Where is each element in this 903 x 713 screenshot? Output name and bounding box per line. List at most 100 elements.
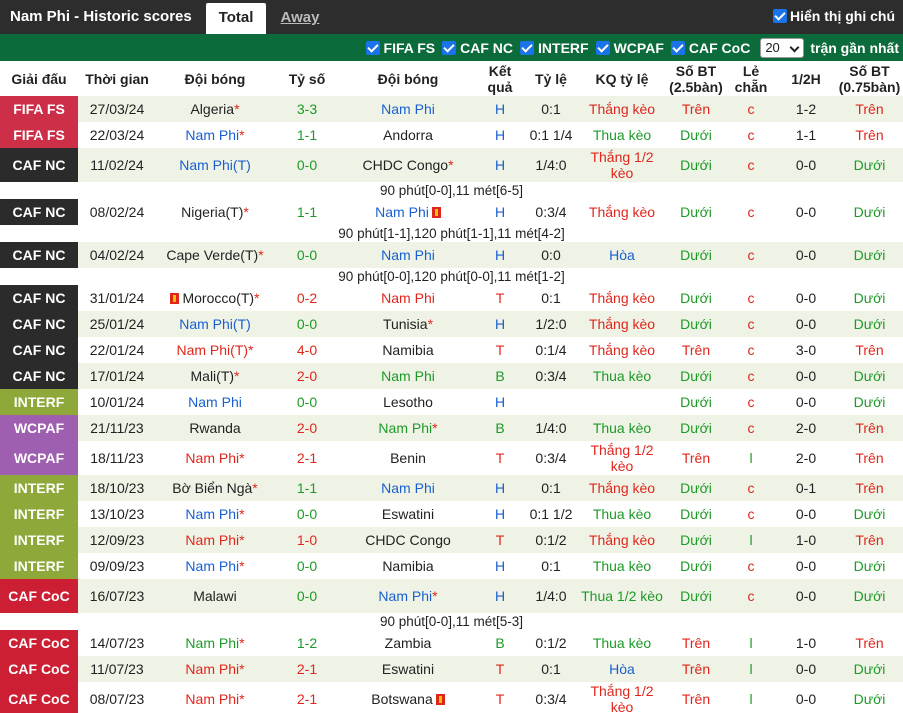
- home-team[interactable]: Nam Phi: [156, 389, 274, 415]
- filter-caf-nc[interactable]: CAF NC: [442, 40, 513, 56]
- league-badge[interactable]: CAF CoC: [0, 656, 78, 682]
- league-badge[interactable]: CAF NC: [0, 242, 78, 268]
- filter-fifa-fs[interactable]: FIFA FS: [365, 40, 435, 56]
- match-score[interactable]: 2-1: [274, 682, 340, 713]
- table-row[interactable]: CAF NC 04/02/24 Cape Verde(T)* 0-0 Nam Phi H 0…: [0, 242, 903, 268]
- away-team[interactable]: Eswatini: [340, 656, 476, 682]
- away-team[interactable]: Eswatini: [340, 501, 476, 527]
- checkbox-icon[interactable]: [520, 40, 535, 55]
- home-team[interactable]: Nam Phi*: [156, 501, 274, 527]
- show-notes-toggle[interactable]: Hiển thị ghi chú: [773, 8, 895, 24]
- away-team[interactable]: Botswana: [340, 682, 476, 713]
- away-team[interactable]: Nam Phi*: [340, 579, 476, 613]
- league-badge[interactable]: WCPAF: [0, 441, 78, 475]
- match-score[interactable]: 0-0: [274, 148, 340, 182]
- tab-away[interactable]: Away: [272, 3, 328, 34]
- match-score[interactable]: 0-2: [274, 285, 340, 311]
- away-team[interactable]: Zambia: [340, 630, 476, 656]
- table-row[interactable]: CAF CoC 08/07/23 Nam Phi* 2-1 Botswana T 0:3/4…: [0, 682, 903, 713]
- home-team[interactable]: Nam Phi*: [156, 656, 274, 682]
- league-badge[interactable]: CAF CoC: [0, 579, 78, 613]
- checkbox-icon[interactable]: [442, 40, 457, 55]
- away-team[interactable]: Namibia: [340, 553, 476, 579]
- home-team[interactable]: Mali(T)*: [156, 363, 274, 389]
- match-score[interactable]: 2-1: [274, 441, 340, 475]
- away-team[interactable]: Lesotho: [340, 389, 476, 415]
- away-team[interactable]: Nam Phi: [340, 96, 476, 122]
- away-team[interactable]: Tunisia*: [340, 311, 476, 337]
- match-score[interactable]: 0-0: [274, 242, 340, 268]
- home-team[interactable]: Algeria*: [156, 96, 274, 122]
- match-score[interactable]: 0-0: [274, 579, 340, 613]
- table-row[interactable]: CAF CoC 14/07/23 Nam Phi* 1-2 Zambia B 0:1/2 Th…: [0, 630, 903, 656]
- home-team[interactable]: Malawi: [156, 579, 274, 613]
- table-row[interactable]: CAF NC 17/01/24 Mali(T)* 2-0 Nam Phi B 0:3/4 Th…: [0, 363, 903, 389]
- match-count-select[interactable]: 20: [760, 37, 805, 58]
- league-badge[interactable]: INTERF: [0, 389, 78, 415]
- league-badge[interactable]: FIFA FS: [0, 122, 78, 148]
- home-team[interactable]: Cape Verde(T)*: [156, 242, 274, 268]
- home-team[interactable]: Rwanda: [156, 415, 274, 441]
- league-badge[interactable]: CAF NC: [0, 311, 78, 337]
- league-badge[interactable]: CAF NC: [0, 285, 78, 311]
- match-score[interactable]: 1-1: [274, 475, 340, 501]
- league-badge[interactable]: CAF CoC: [0, 682, 78, 713]
- away-team[interactable]: Nam Phi: [340, 242, 476, 268]
- home-team[interactable]: Nigeria(T)*: [156, 199, 274, 225]
- away-team[interactable]: Nam Phi: [340, 285, 476, 311]
- match-score[interactable]: 1-2: [274, 630, 340, 656]
- home-team[interactable]: Nam Phi(T): [156, 311, 274, 337]
- tab-total[interactable]: Total: [206, 3, 266, 34]
- match-score[interactable]: 1-1: [274, 199, 340, 225]
- away-team[interactable]: Namibia: [340, 337, 476, 363]
- away-team[interactable]: Nam Phi*: [340, 415, 476, 441]
- away-team[interactable]: Nam Phi: [340, 363, 476, 389]
- home-team[interactable]: Nam Phi*: [156, 630, 274, 656]
- away-team[interactable]: Nam Phi: [340, 199, 476, 225]
- league-badge[interactable]: CAF CoC: [0, 630, 78, 656]
- home-team[interactable]: Nam Phi*: [156, 441, 274, 475]
- table-row[interactable]: FIFA FS 27/03/24 Algeria* 3-3 Nam Phi H 0:1 Thắ…: [0, 96, 903, 122]
- filter-wcpaf[interactable]: WCPAF: [595, 40, 664, 56]
- match-score[interactable]: 2-1: [274, 656, 340, 682]
- match-score[interactable]: 4-0: [274, 337, 340, 363]
- league-badge[interactable]: FIFA FS: [0, 96, 78, 122]
- away-team[interactable]: Nam Phi: [340, 475, 476, 501]
- table-row[interactable]: CAF NC 25/01/24 Nam Phi(T) 0-0 Tunisia* H 1/2:…: [0, 311, 903, 337]
- match-score[interactable]: 2-0: [274, 363, 340, 389]
- table-row[interactable]: WCPAF 18/11/23 Nam Phi* 2-1 Benin T 0:3/4 Thắng…: [0, 441, 903, 475]
- league-badge[interactable]: INTERF: [0, 475, 78, 501]
- table-row[interactable]: WCPAF 21/11/23 Rwanda 2-0 Nam Phi* B 1/4:0 Thua…: [0, 415, 903, 441]
- match-score[interactable]: 3-3: [274, 96, 340, 122]
- home-team[interactable]: Morocco(T)*: [156, 285, 274, 311]
- checkbox-icon[interactable]: [595, 40, 610, 55]
- home-team[interactable]: Nam Phi(T): [156, 148, 274, 182]
- league-badge[interactable]: WCPAF: [0, 415, 78, 441]
- table-row[interactable]: INTERF 10/01/24 Nam Phi 0-0 Lesotho H Dưới c 0-0…: [0, 389, 903, 415]
- league-badge[interactable]: CAF NC: [0, 148, 78, 182]
- match-score[interactable]: 1-0: [274, 527, 340, 553]
- table-row[interactable]: CAF CoC 11/07/23 Nam Phi* 2-1 Eswatini T 0:1 Hò…: [0, 656, 903, 682]
- table-row[interactable]: FIFA FS 22/03/24 Nam Phi* 1-1 Andorra H 0:1 1/…: [0, 122, 903, 148]
- away-team[interactable]: Andorra: [340, 122, 476, 148]
- match-score[interactable]: 0-0: [274, 311, 340, 337]
- checkbox-icon[interactable]: [773, 9, 787, 23]
- match-score[interactable]: 2-0: [274, 415, 340, 441]
- table-row[interactable]: CAF NC 22/01/24 Nam Phi(T)* 4-0 Namibia T 0:1/…: [0, 337, 903, 363]
- league-badge[interactable]: INTERF: [0, 553, 78, 579]
- home-team[interactable]: Nam Phi*: [156, 553, 274, 579]
- checkbox-icon[interactable]: [670, 40, 685, 55]
- match-score[interactable]: 0-0: [274, 501, 340, 527]
- league-badge[interactable]: CAF NC: [0, 337, 78, 363]
- filter-caf-coc[interactable]: CAF CoC: [670, 40, 750, 56]
- match-score[interactable]: 1-1: [274, 122, 340, 148]
- table-row[interactable]: INTERF 12/09/23 Nam Phi* 1-0 CHDC Congo T 0:1/…: [0, 527, 903, 553]
- league-badge[interactable]: INTERF: [0, 527, 78, 553]
- away-team[interactable]: Benin: [340, 441, 476, 475]
- filter-interf[interactable]: INTERF: [520, 40, 589, 56]
- home-team[interactable]: Bờ Biển Ngà*: [156, 475, 274, 501]
- table-row[interactable]: INTERF 13/10/23 Nam Phi* 0-0 Eswatini H 0:1 1/…: [0, 501, 903, 527]
- table-row[interactable]: CAF NC 08/02/24 Nigeria(T)* 1-1 Nam Phi H 0:3/…: [0, 199, 903, 225]
- match-score[interactable]: 0-0: [274, 553, 340, 579]
- table-row[interactable]: INTERF 09/09/23 Nam Phi* 0-0 Namibia H 0:1 Thua…: [0, 553, 903, 579]
